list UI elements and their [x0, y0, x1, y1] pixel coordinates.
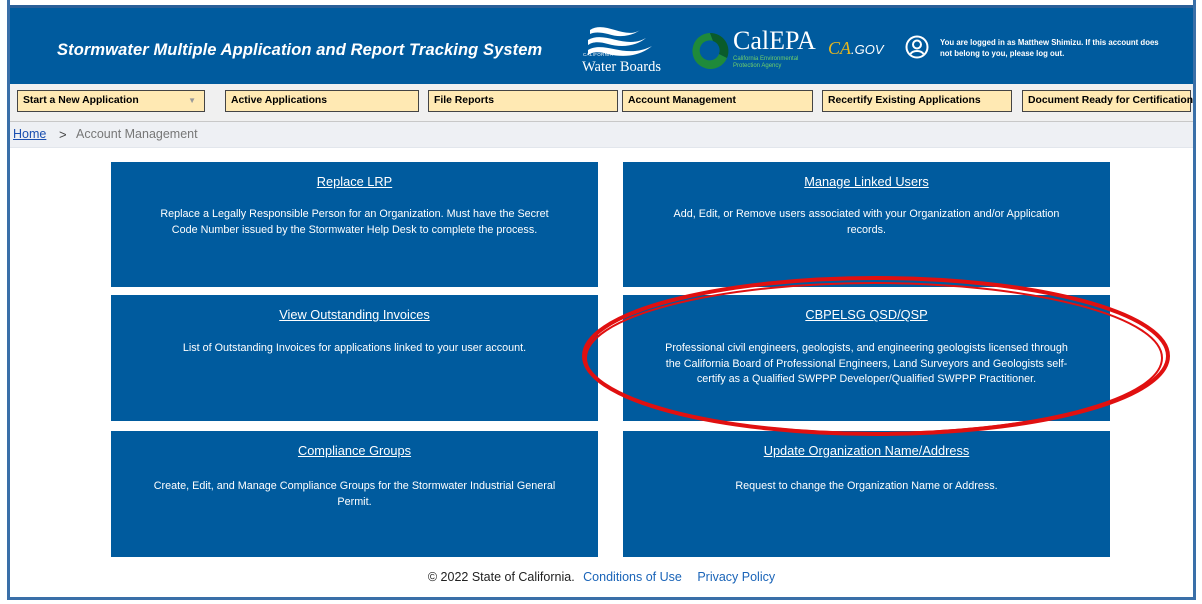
water-boards-small-label: CALIFORNIA	[583, 52, 614, 57]
water-boards-label: Water Boards	[582, 59, 661, 75]
nav-start-new-application[interactable]: Start a New Application ▼	[17, 90, 205, 112]
calepa-logo[interactable]	[689, 30, 731, 72]
nav-file-reports[interactable]: File Reports	[428, 90, 618, 112]
tile-desc-update-organization-name-address: Request to change the Organization Name …	[735, 480, 998, 492]
tile-desc-replace-lrp: Replace a Legally Responsible Person for…	[160, 208, 549, 236]
login-message: You are logged in as Matthew Shimizu. If…	[940, 38, 1159, 58]
tile-desc-cbpelsg-qsd-qsp: Professional civil engineers, geologists…	[665, 342, 1068, 385]
tile-desc-manage-linked-users: Add, Edit, or Remove users associated wi…	[673, 208, 1060, 236]
calepa-subtitle: California Environmental Protection Agen…	[733, 56, 799, 69]
chevron-right-icon: >	[59, 127, 67, 142]
app-window: Stormwater Multiple Application and Repo…	[7, 0, 1196, 600]
tile-replace-lrp[interactable]: Replace LRP Replace a Legally Responsibl…	[111, 162, 598, 287]
breadcrumb-home-link[interactable]: Home	[13, 122, 46, 147]
nav-active-applications[interactable]: Active Applications	[225, 90, 419, 112]
site-header: Stormwater Multiple Application and Repo…	[10, 5, 1193, 87]
breadcrumb-current: Account Management	[76, 127, 198, 141]
tile-cbpelsg-qsd-qsp[interactable]: CBPELSG QSD/QSP Professional civil engin…	[623, 295, 1110, 421]
tile-update-organization-name-address[interactable]: Update Organization Name/Address Request…	[623, 431, 1110, 557]
calepa-label: CalEPA	[733, 26, 816, 55]
main-nav: Start a New Application ▼ Active Applica…	[10, 84, 1193, 122]
footer: © 2022 State of California. Conditions o…	[10, 570, 1193, 584]
footer-copyright: © 2022 State of California.	[427, 570, 575, 584]
tile-view-outstanding-invoices[interactable]: View Outstanding Invoices List of Outsta…	[111, 295, 598, 421]
caret-down-icon: ▼	[188, 96, 196, 105]
tile-title-update-organization-name-address[interactable]: Update Organization Name/Address	[663, 443, 1070, 458]
tile-manage-linked-users[interactable]: Manage Linked Users Add, Edit, or Remove…	[623, 162, 1110, 287]
breadcrumb: Home > Account Management	[10, 122, 1193, 148]
tile-title-view-outstanding-invoices[interactable]: View Outstanding Invoices	[151, 307, 558, 322]
user-icon[interactable]	[905, 35, 929, 59]
cagov-logo[interactable]: CA.GOV	[828, 38, 884, 59]
nav-recertify-existing-applications[interactable]: Recertify Existing Applications	[822, 90, 1012, 112]
footer-conditions-link[interactable]: Conditions of Use	[583, 570, 682, 584]
nav-document-ready-for-certification[interactable]: Document Ready for Certification	[1022, 90, 1193, 112]
tile-desc-view-outstanding-invoices: List of Outstanding Invoices for applica…	[182, 342, 527, 354]
tile-desc-compliance-groups: Create, Edit, and Manage Compliance Grou…	[153, 480, 556, 508]
tile-compliance-groups[interactable]: Compliance Groups Create, Edit, and Mana…	[111, 431, 598, 557]
tile-title-replace-lrp[interactable]: Replace LRP	[151, 174, 558, 189]
tile-title-manage-linked-users[interactable]: Manage Linked Users	[663, 174, 1070, 189]
footer-privacy-link[interactable]: Privacy Policy	[697, 570, 775, 584]
nav-account-management[interactable]: Account Management	[622, 90, 813, 112]
tile-title-cbpelsg-qsd-qsp[interactable]: CBPELSG QSD/QSP	[663, 307, 1070, 322]
site-title: Stormwater Multiple Application and Repo…	[57, 41, 543, 59]
tile-title-compliance-groups[interactable]: Compliance Groups	[151, 443, 558, 458]
